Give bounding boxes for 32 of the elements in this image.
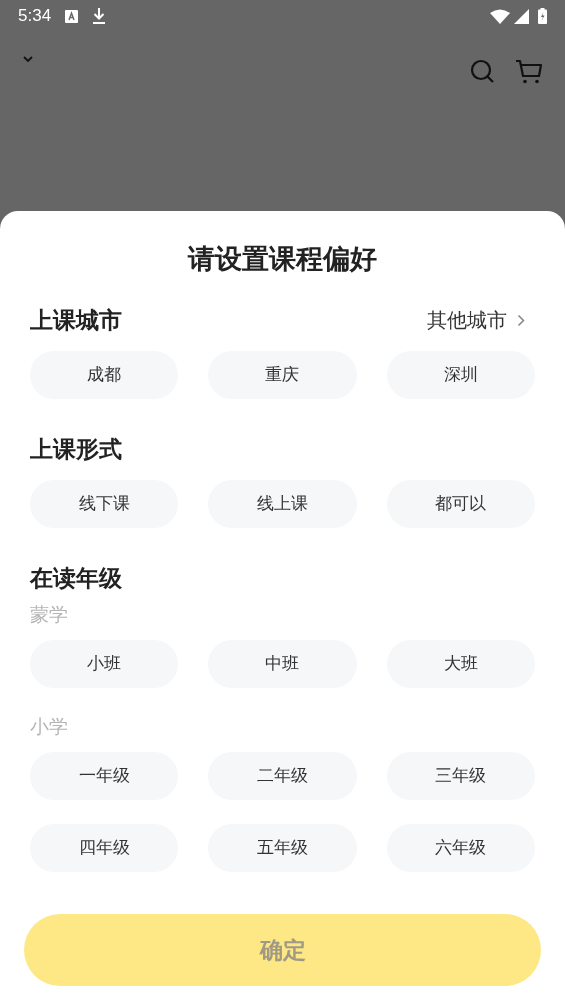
sheet-title: 请设置课程偏好 xyxy=(186,243,378,276)
option-chip[interactable]: 四年级 xyxy=(30,824,179,872)
chevron-down-icon[interactable] xyxy=(22,55,34,63)
battery-icon xyxy=(538,8,547,24)
group-label: 蒙学 xyxy=(30,603,69,627)
cart-icon[interactable] xyxy=(515,59,543,84)
chevron-right-icon xyxy=(517,313,525,327)
option-chip[interactable]: 都可以 xyxy=(386,480,535,528)
group-label: 小学 xyxy=(30,715,69,739)
option-chip[interactable]: 线上课 xyxy=(208,480,357,528)
section-title: 上课形式 xyxy=(30,434,122,464)
option-chip[interactable]: 二年级 xyxy=(208,752,357,800)
option-chip[interactable]: 大班 xyxy=(386,640,535,688)
option-chip[interactable]: 三年级 xyxy=(386,752,535,800)
option-chip[interactable]: 深圳 xyxy=(386,351,535,399)
other-cities-link[interactable]: 其他城市 xyxy=(427,305,525,335)
section-title: 上课城市 xyxy=(30,305,122,335)
section-title: 在读年级 xyxy=(30,563,122,593)
option-chip[interactable]: 线下课 xyxy=(30,480,179,528)
wifi-icon xyxy=(490,8,510,24)
option-chip[interactable]: 小班 xyxy=(30,640,179,688)
keyboard-icon xyxy=(65,9,79,23)
option-chip[interactable]: 重庆 xyxy=(208,351,357,399)
option-chip[interactable]: 五年级 xyxy=(208,824,357,872)
download-icon xyxy=(92,8,107,24)
option-chip[interactable]: 一年级 xyxy=(30,752,179,800)
search-icon[interactable] xyxy=(470,59,495,84)
signal-icon xyxy=(514,8,529,24)
option-chip[interactable]: 中班 xyxy=(208,640,357,688)
option-chip[interactable]: 六年级 xyxy=(386,824,535,872)
status-time: 5:34 xyxy=(18,5,52,28)
option-chip[interactable]: 成都 xyxy=(30,351,179,399)
